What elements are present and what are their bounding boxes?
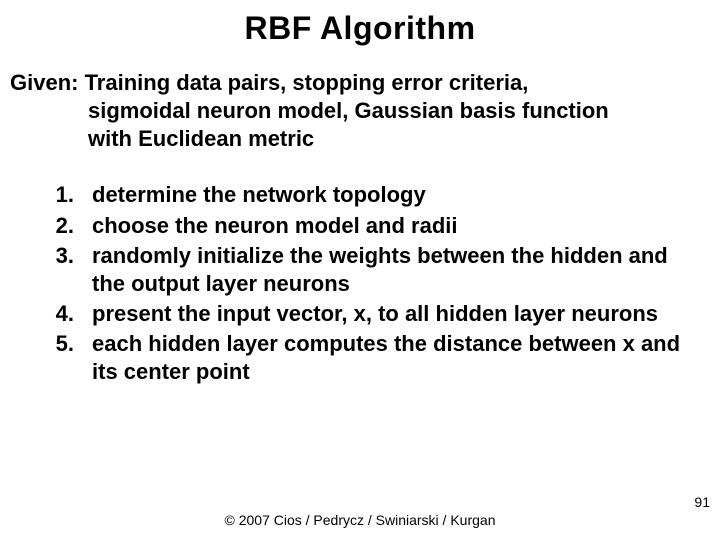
list-item: 4. present the input vector, x, to all h… (28, 300, 700, 328)
footer-copyright: © 2007 Cios / Pedrycz / Swiniarski / Kur… (0, 512, 720, 528)
step-text: choose the neuron model and radii (92, 212, 700, 240)
page-number: 91 (694, 494, 710, 510)
step-text: determine the network topology (92, 181, 700, 209)
list-item: 3. randomly initialize the weights betwe… (28, 242, 700, 298)
step-text: present the input vector, x, to all hidd… (92, 300, 700, 328)
given-line-3: with Euclidean metric (10, 125, 710, 153)
step-number: 5. (28, 330, 92, 386)
slide-title: RBF Algorithm (0, 0, 720, 47)
list-item: 1. determine the network topology (28, 181, 700, 209)
given-line-1: Training data pairs, stopping error crit… (85, 70, 529, 95)
step-text: each hidden layer computes the distance … (92, 330, 700, 386)
list-item: 5. each hidden layer computes the distan… (28, 330, 700, 386)
given-label: Given: (10, 70, 85, 95)
slide: RBF Algorithm Given: Training data pairs… (0, 0, 720, 540)
given-line-2: sigmoidal neuron model, Gaussian basis f… (10, 97, 710, 125)
steps-list: 1. determine the network topology 2. cho… (0, 181, 720, 386)
step-number: 1. (28, 181, 92, 209)
step-number: 3. (28, 242, 92, 298)
step-number: 4. (28, 300, 92, 328)
given-block: Given: Training data pairs, stopping err… (0, 69, 720, 153)
list-item: 2. choose the neuron model and radii (28, 212, 700, 240)
step-text: randomly initialize the weights between … (92, 242, 700, 298)
step-number: 2. (28, 212, 92, 240)
